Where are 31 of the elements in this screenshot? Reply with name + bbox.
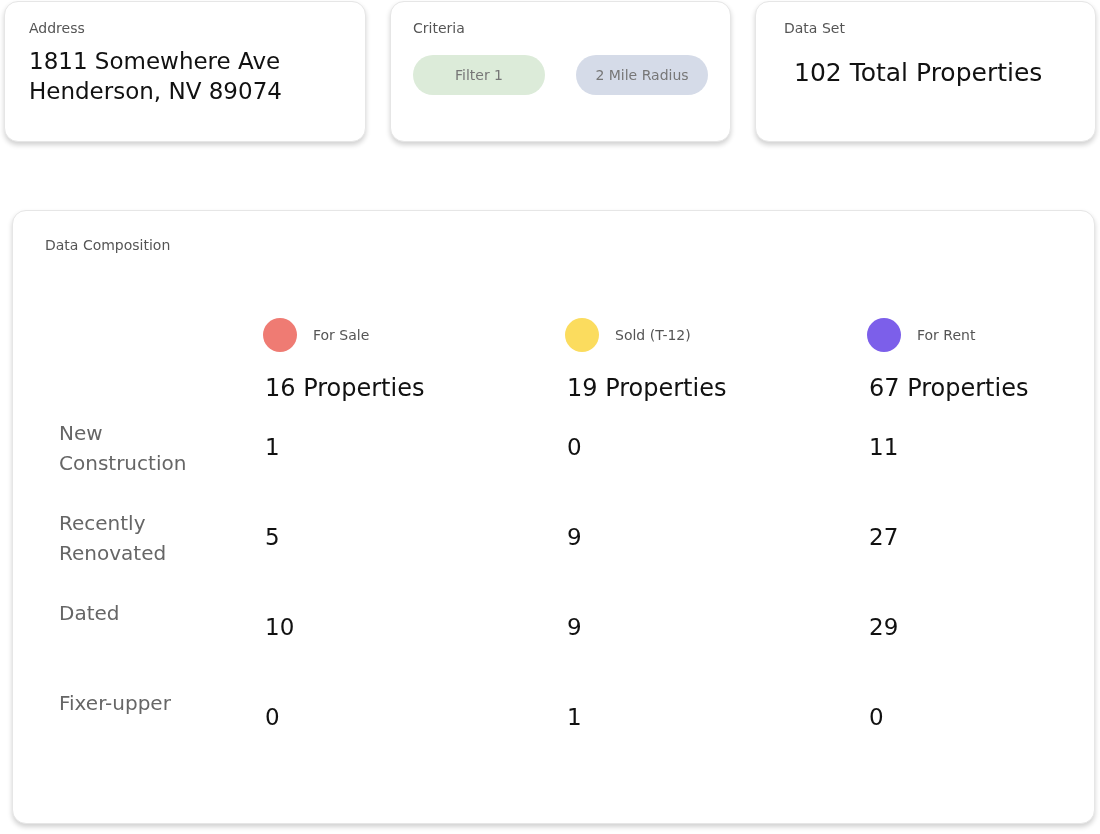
table-cell: 29 [869, 614, 899, 640]
category-label: For Rent [917, 325, 976, 345]
filter-chip: Filter 1 [413, 55, 545, 95]
row-label: New Construction [58, 420, 188, 477]
row-label: Recently Renovated [58, 510, 168, 567]
category-label: For Sale [313, 325, 370, 345]
table-cell: 10 [265, 614, 295, 640]
section-title: Data Composition [45, 236, 172, 255]
table-cell: 0 [567, 434, 582, 460]
category-total: 67 Properties [868, 373, 1030, 404]
table-cell: 0 [869, 704, 884, 730]
table-cell: 1 [567, 704, 582, 730]
table-cell: 0 [265, 704, 280, 730]
row-label: Dated [58, 600, 121, 627]
filter-chip: 2 Mile Radius [576, 55, 708, 95]
total-properties: 102 Total Properties [793, 57, 1044, 89]
table-cell: 1 [265, 434, 280, 460]
data-set-label: Data Set [784, 19, 846, 38]
table-cell: 11 [869, 434, 899, 460]
address-label: Address [29, 19, 86, 38]
category-total: 16 Properties [264, 373, 426, 404]
table-cell: 9 [567, 614, 582, 640]
criteria-label: Criteria [413, 19, 466, 38]
street-address: 1811 Somewhere Ave [29, 47, 282, 76]
city-state-zip: Henderson, NV 89074 [29, 76, 283, 106]
table-cell: 27 [869, 524, 899, 550]
category-label: Sold (T-12) [615, 325, 691, 345]
row-label: Fixer-upper [58, 690, 172, 717]
table-cell: 9 [567, 524, 582, 550]
table-cell: 5 [265, 524, 280, 550]
category-total: 19 Properties [566, 373, 728, 404]
